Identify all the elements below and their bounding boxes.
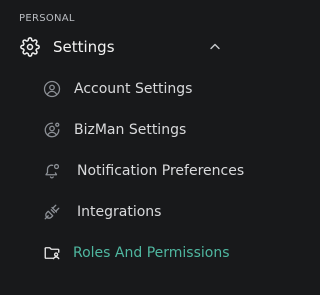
chevron-up-icon[interactable] — [209, 42, 221, 50]
sidebar-item-notification-preferences[interactable]: Notification Preferences — [0, 156, 251, 186]
bell-icon — [45, 163, 60, 179]
sidebar-item-roles-and-permissions[interactable]: Roles And Permissions — [0, 238, 251, 268]
user-circle-icon — [43, 80, 61, 98]
sidebar-item-label: Notification Preferences — [77, 163, 245, 179]
settings-group-header[interactable]: Settings — [0, 33, 251, 61]
user-gear-icon — [44, 122, 60, 138]
settings-group-title: Settings — [53, 38, 115, 56]
sidebar-item-bizman-settings[interactable]: BizMan Settings — [0, 115, 251, 145]
section-label: PERSONAL — [19, 13, 75, 24]
sidebar-item-label: Integrations — [77, 204, 162, 220]
folder-user-icon — [44, 247, 60, 260]
sidebar-item-label: Roles And Permissions — [73, 245, 230, 261]
sidebar-item-integrations[interactable]: Integrations — [0, 197, 251, 227]
sidebar-item-label: BizMan Settings — [74, 122, 187, 138]
settings-sidebar: PERSONAL Settings Account Settings BizMa… — [0, 0, 251, 295]
plug-icon — [44, 204, 60, 220]
sidebar-item-label: Account Settings — [74, 81, 193, 97]
sidebar-item-account-settings[interactable]: Account Settings — [0, 74, 251, 104]
gear-icon — [20, 37, 40, 57]
